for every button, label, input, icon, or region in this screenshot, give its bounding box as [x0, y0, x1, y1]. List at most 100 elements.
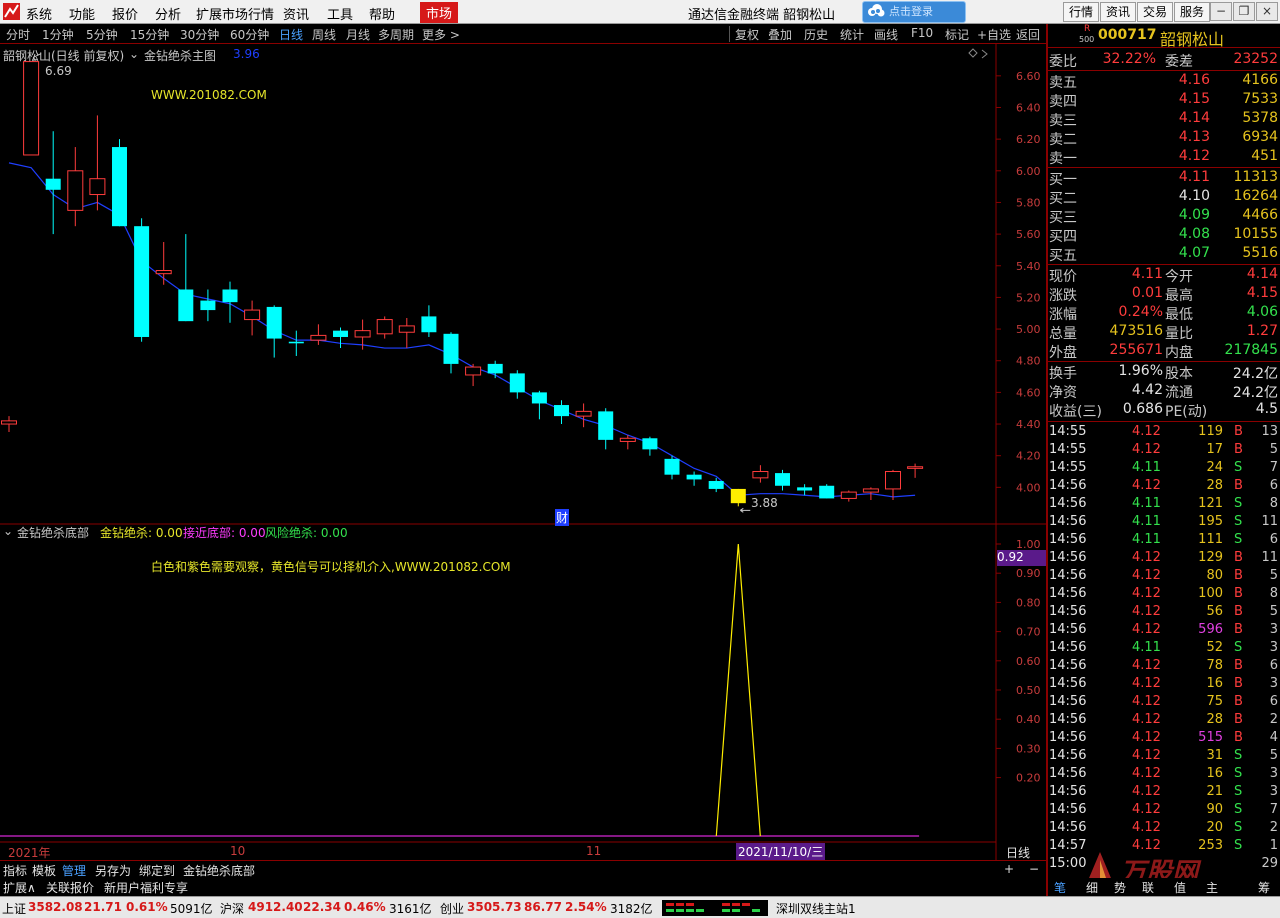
candle[interactable] [244, 300, 261, 336]
candle[interactable] [465, 363, 482, 387]
rtab-link[interactable]: 联 [1142, 879, 1154, 896]
tick-row[interactable]: 14:56 4.12 78 B 6 [1048, 658, 1280, 676]
idx-cy-name[interactable]: 创业 [440, 900, 464, 917]
candle[interactable] [134, 218, 150, 342]
tick-row[interactable]: 14:55 4.12 17 B 5 [1048, 442, 1280, 460]
zoom-in-button[interactable]: + [1004, 862, 1014, 876]
tick-row[interactable]: 14:56 4.12 28 B 2 [1048, 712, 1280, 730]
tab-new-user-benefits[interactable]: 新用户福利专享 [104, 879, 188, 896]
btn-mark[interactable]: 标记 [945, 26, 969, 43]
candle[interactable] [509, 370, 525, 399]
candle[interactable] [67, 147, 84, 227]
menu-news[interactable]: 资讯 [283, 4, 309, 23]
candle[interactable] [155, 242, 172, 285]
tick-row[interactable]: 14:56 4.12 31 S 5 [1048, 748, 1280, 766]
tick-row[interactable]: 14:56 4.11 111 S 6 [1048, 532, 1280, 550]
tick-row[interactable]: 14:56 4.12 515 B 4 [1048, 730, 1280, 748]
tick-row[interactable]: 14:56 4.12 100 B 8 [1048, 586, 1280, 604]
zoom-out-button[interactable]: − [1029, 862, 1039, 876]
tick-row[interactable]: 14:56 4.12 75 B 6 [1048, 694, 1280, 712]
tab-current-indicator[interactable]: 金钻绝杀底部 [183, 862, 255, 879]
btn-draw[interactable]: 画线 [874, 26, 898, 43]
candle[interactable] [443, 332, 459, 374]
btn-trade[interactable]: 交易 [1137, 2, 1174, 22]
main-indicator-name[interactable]: 金钻绝杀主图 [144, 47, 216, 64]
menu-system[interactable]: 系统 [26, 4, 52, 23]
tab-30min[interactable]: 30分钟 [180, 26, 219, 43]
candle[interactable] [89, 115, 106, 211]
tab-1min[interactable]: 1分钟 [42, 26, 74, 43]
btn-f10[interactable]: F10 [911, 26, 933, 40]
btn-quotes[interactable]: 行情 [1063, 2, 1100, 22]
tick-row[interactable]: 14:56 4.12 20 S 2 [1048, 820, 1280, 838]
btn-back[interactable]: 返回 [1016, 26, 1040, 43]
btn-stats[interactable]: 统计 [840, 26, 864, 43]
menu-tools[interactable]: 工具 [327, 4, 353, 23]
tick-row[interactable]: 14:56 4.11 195 S 11 [1048, 514, 1280, 532]
candle[interactable] [575, 403, 592, 428]
candle[interactable] [840, 490, 857, 502]
candle[interactable] [730, 488, 746, 507]
candle[interactable] [178, 234, 194, 322]
menu-analysis[interactable]: 分析 [155, 4, 181, 23]
rtab-value[interactable]: 值 [1174, 879, 1186, 896]
tick-row[interactable]: 15:00 29 [1048, 856, 1280, 874]
candle[interactable] [708, 477, 724, 493]
tab-bind-to[interactable]: 绑定到 [139, 862, 175, 879]
order-level[interactable]: 卖二 4.13 6934 [1048, 129, 1280, 148]
rtab-trend[interactable]: 势 [1114, 879, 1126, 896]
chart-area[interactable]: 6.60 6.40 6.20 6.00 5.80 5.60 5.40 5.20 5.00 4.80… [0, 44, 1046, 860]
candle[interactable] [398, 317, 415, 349]
menu-function[interactable]: 功能 [69, 4, 95, 23]
order-level[interactable]: 卖五 4.16 4166 [1048, 72, 1280, 91]
sub-indicator-name[interactable]: 金钻绝杀底部 [17, 524, 89, 541]
order-level[interactable]: 买四 4.08 10155 [1048, 226, 1280, 245]
rtab-chips[interactable]: 筹 [1258, 879, 1270, 896]
candle[interactable] [819, 484, 835, 499]
candle[interactable] [642, 436, 658, 456]
tick-row[interactable]: 14:56 4.12 596 B 3 [1048, 622, 1280, 640]
tick-row[interactable]: 14:56 4.12 21 S 3 [1048, 784, 1280, 802]
tab-manage[interactable]: 管理 [62, 862, 86, 879]
candle[interactable] [112, 139, 127, 227]
tick-row[interactable]: 14:56 4.12 90 S 7 [1048, 802, 1280, 820]
tab-5min[interactable]: 5分钟 [86, 26, 118, 43]
rtab-main[interactable]: 主 [1206, 879, 1218, 896]
candle[interactable] [797, 484, 813, 496]
candle[interactable] [1, 416, 17, 432]
btn-fuquan[interactable]: 复权 [735, 26, 759, 43]
tick-row[interactable]: 14:56 4.12 56 B 5 [1048, 604, 1280, 622]
tick-row[interactable]: 14:56 4.11 52 S 3 [1048, 640, 1280, 658]
tab-weekly[interactable]: 周线 [312, 26, 336, 43]
chevron-down-icon[interactable]: ⌄ [129, 47, 139, 61]
btn-add-favorite[interactable]: +自选 [977, 26, 1011, 43]
tab-15min[interactable]: 15分钟 [130, 26, 169, 43]
tick-row[interactable]: 14:55 4.11 24 S 7 [1048, 460, 1280, 478]
candle[interactable] [686, 471, 702, 486]
order-level[interactable]: 买一 4.11 11313 [1048, 169, 1280, 188]
rtab-detail[interactable]: 细 [1086, 879, 1098, 896]
tab-daily[interactable]: 日线 [279, 26, 303, 43]
idx-hs-name[interactable]: 沪深 [220, 900, 244, 917]
candle[interactable] [598, 408, 614, 450]
menu-help[interactable]: 帮助 [369, 4, 395, 23]
idx-sh-name[interactable]: 上证 [2, 900, 26, 917]
candle[interactable] [554, 400, 569, 425]
candle[interactable] [222, 281, 238, 323]
tick-row[interactable]: 14:56 4.12 28 B 6 [1048, 478, 1280, 496]
diamond-icon[interactable] [968, 48, 978, 58]
tick-row[interactable]: 14:55 4.12 119 B 13 [1048, 424, 1280, 442]
menu-extended-market[interactable]: 扩展市场行情 [196, 4, 274, 23]
tick-row[interactable]: 14:57 4.12 253 S 1 [1048, 838, 1280, 856]
candle[interactable] [907, 463, 924, 478]
close-icon[interactable]: × [1256, 2, 1278, 21]
tick-row[interactable]: 14:56 4.12 16 B 3 [1048, 676, 1280, 694]
tab-60min[interactable]: 60分钟 [230, 26, 269, 43]
kline-chart[interactable]: 6.60 6.40 6.20 6.00 5.80 5.60 5.40 5.20 5.00 4.80… [0, 44, 1046, 860]
candle[interactable] [421, 305, 437, 337]
candle[interactable] [288, 330, 304, 356]
tick-row[interactable]: 14:56 4.12 16 S 3 [1048, 766, 1280, 784]
btn-history[interactable]: 历史 [804, 26, 828, 43]
candle[interactable] [752, 465, 769, 483]
tick-row[interactable]: 14:56 4.11 121 S 8 [1048, 496, 1280, 514]
